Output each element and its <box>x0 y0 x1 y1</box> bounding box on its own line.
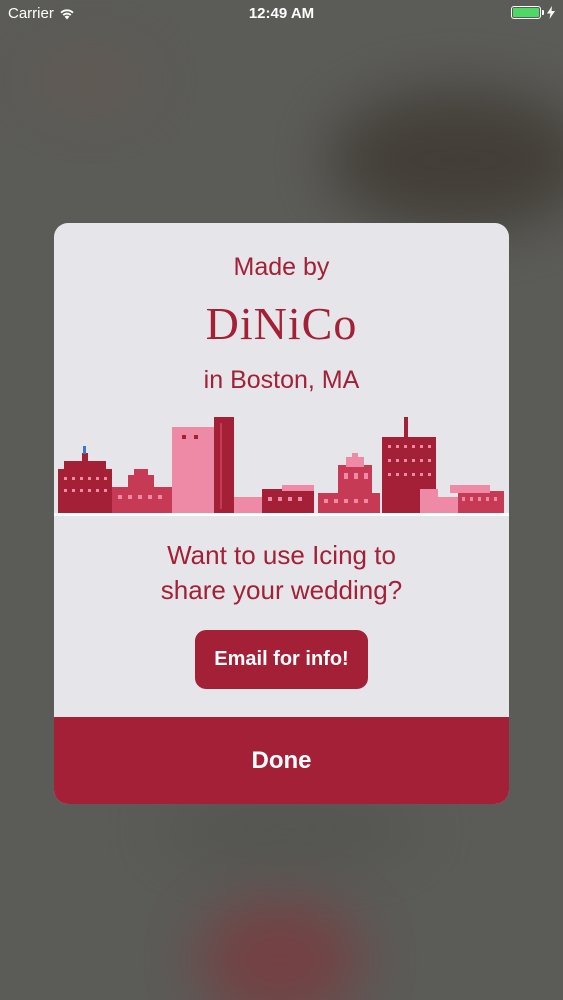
background-blur <box>160 800 420 860</box>
background-blur <box>200 900 360 1000</box>
battery-body <box>511 6 541 19</box>
battery-cap <box>542 10 544 15</box>
question-line-1: Want to use Icing to <box>167 540 396 570</box>
brand-logo: DiNiCo <box>205 298 358 349</box>
screen: Carrier 12:49 AM Made by DiNiCo in Bosto… <box>0 0 563 1000</box>
info-dialog: Made by DiNiCo in Boston, MA Want to use… <box>54 223 509 804</box>
location-label: in Boston, MA <box>203 366 360 394</box>
charging-bolt-icon <box>547 6 555 19</box>
made-by-label: Made by <box>233 253 330 281</box>
battery-icon <box>511 6 555 19</box>
boston-skyline-illustration <box>58 417 504 515</box>
background-blur <box>30 50 150 110</box>
email-for-info-button[interactable]: Email for info! <box>195 630 368 689</box>
done-button[interactable]: Done <box>54 717 509 804</box>
skyline-ground-line <box>54 513 509 516</box>
question-text: Want to use Icing to share your wedding? <box>54 538 509 608</box>
question-line-2: share your wedding? <box>160 575 403 605</box>
status-bar: Carrier 12:49 AM <box>0 0 563 30</box>
background-blur <box>330 90 563 230</box>
battery-level <box>513 8 539 17</box>
status-time: 12:49 AM <box>248 5 315 22</box>
